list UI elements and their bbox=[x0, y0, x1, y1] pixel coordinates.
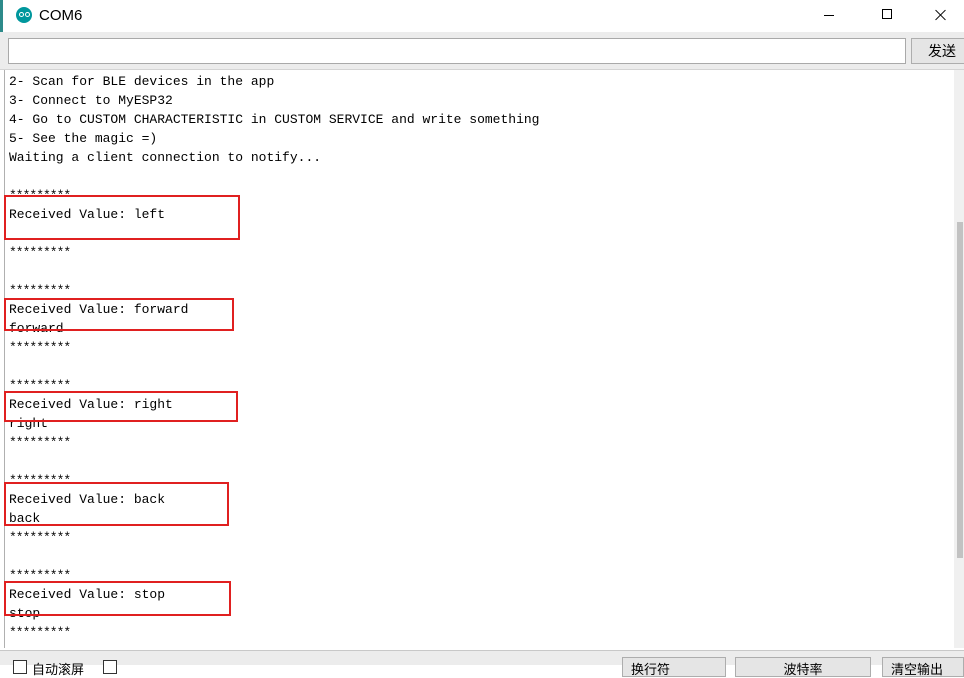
vertical-scrollbar[interactable] bbox=[954, 70, 964, 648]
minimize-icon bbox=[824, 15, 834, 16]
send-bar: 发送 bbox=[0, 32, 964, 70]
close-icon bbox=[935, 9, 946, 21]
maximize-icon bbox=[882, 9, 892, 19]
send-input[interactable] bbox=[8, 38, 906, 64]
highlight-box bbox=[4, 581, 231, 616]
clear-output-button[interactable]: 清空输出 bbox=[882, 657, 964, 677]
log-line: ********* bbox=[9, 625, 71, 640]
window-title: COM6 bbox=[39, 7, 83, 24]
log-line: 5- See the magic =) bbox=[9, 131, 158, 146]
log-line: ********* bbox=[9, 245, 71, 260]
log-line: ********* bbox=[9, 435, 71, 450]
log-line: 4- Go to CUSTOM CHARACTERISTIC in CUSTOM… bbox=[9, 112, 540, 127]
highlight-box bbox=[4, 482, 229, 526]
autoscroll-label: 自动滚屏 bbox=[32, 663, 85, 678]
log-line: Waiting a client connection to notify... bbox=[9, 150, 322, 165]
background-strip bbox=[0, 0, 3, 32]
log-line: ********* bbox=[9, 530, 71, 545]
serial-output[interactable]: 2- Scan for BLE devices in the app 3- Co… bbox=[4, 70, 955, 648]
title-bar: COM6 bbox=[0, 0, 964, 32]
minimize-button[interactable] bbox=[806, 0, 852, 32]
arduino-icon bbox=[16, 7, 32, 23]
maximize-button[interactable] bbox=[864, 0, 910, 32]
baud-select[interactable]: 波特率 bbox=[735, 657, 871, 677]
line-ending-select[interactable]: 换行符 bbox=[622, 657, 726, 677]
log-line: ********* bbox=[9, 340, 71, 355]
close-button[interactable] bbox=[918, 0, 964, 32]
highlight-box bbox=[4, 195, 240, 240]
log-line: 3- Connect to MyESP32 bbox=[9, 93, 173, 108]
autoscroll-checkbox[interactable] bbox=[13, 660, 27, 674]
log-line: 2- Scan for BLE devices in the app bbox=[9, 74, 275, 89]
scrollbar-thumb[interactable] bbox=[957, 222, 963, 558]
status-bar: 自动滚屏 换行符 波特率 清空输出 bbox=[0, 650, 964, 678]
timestamp-checkbox[interactable] bbox=[103, 660, 117, 674]
send-button[interactable]: 发送 bbox=[911, 38, 964, 64]
highlight-box bbox=[4, 298, 234, 331]
highlight-box bbox=[4, 391, 238, 422]
